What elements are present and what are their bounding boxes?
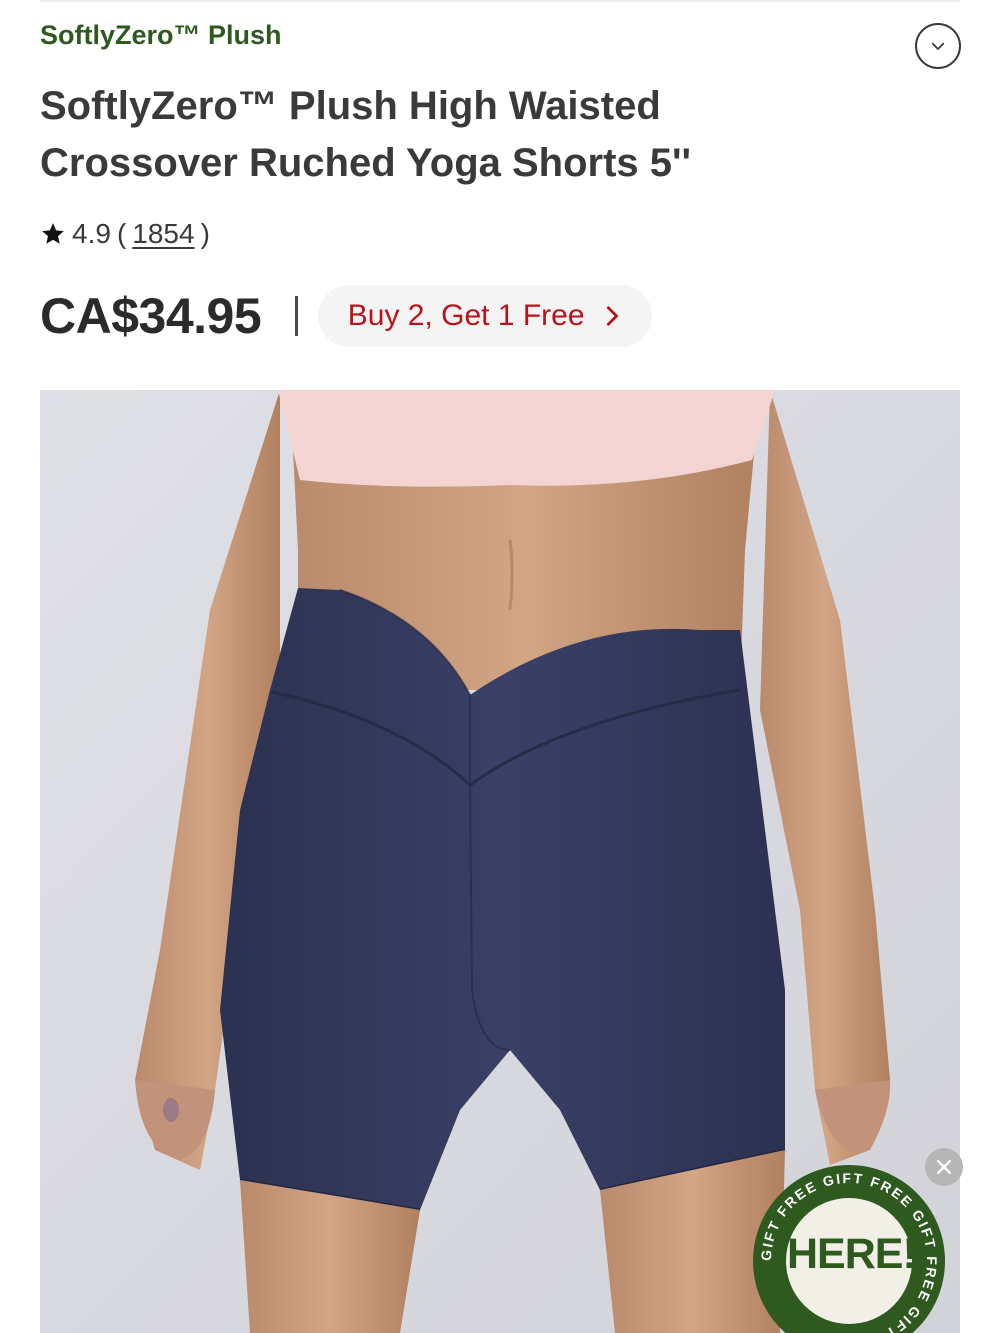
product-title: SoftlyZero™ Plush High Waisted Crossover…	[40, 84, 692, 185]
star-icon	[42, 223, 64, 244]
price-row: CA$34.95 Buy 2, Get 1 Free	[40, 283, 653, 349]
review-count-link[interactable]: 1854	[132, 218, 194, 250]
price: CA$34.95	[40, 288, 262, 344]
collapse-button[interactable]	[915, 23, 961, 69]
collection-link[interactable]: SoftlyZero™ Plush	[40, 20, 282, 51]
rating-paren-close: )	[200, 218, 210, 249]
chevron-down-icon	[931, 42, 945, 50]
rating-paren-open: (	[116, 218, 127, 249]
chevron-right-icon	[606, 306, 618, 326]
gift-here-label[interactable]: HERE!	[787, 1230, 917, 1279]
promo-button[interactable]: Buy 2, Get 1 Free	[318, 285, 653, 347]
price-divider	[295, 296, 299, 336]
product-detail-page: SoftlyZero™ Plush SoftlyZero™ Plush High…	[0, 0, 1000, 1333]
rating-value: 4.9	[72, 218, 111, 249]
promo-label: Buy 2, Get 1 Free	[347, 299, 585, 332]
rating-row[interactable]: 4.9 ( 1854 )	[40, 214, 210, 254]
top-divider	[40, 0, 960, 2]
